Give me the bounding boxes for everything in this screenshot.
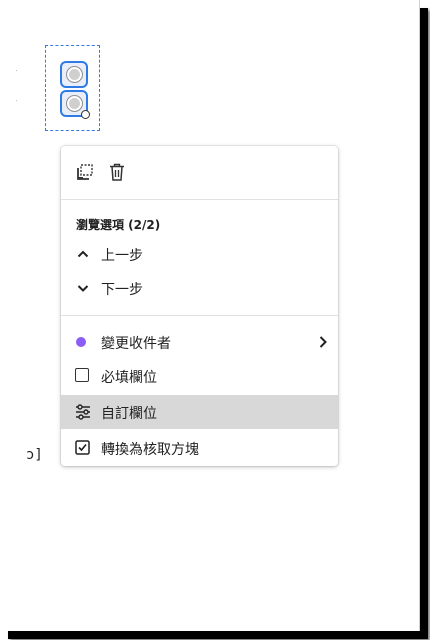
sliders-icon xyxy=(76,404,90,420)
menu-item-label: 變更收件者 xyxy=(101,336,171,352)
menu-item-required-field[interactable]: 必填欄位 xyxy=(61,359,338,393)
resize-handle[interactable] xyxy=(81,110,90,119)
menu-item-change-recipient[interactable]: 變更收件者 xyxy=(61,325,338,359)
document-text-fragment: ɔ] xyxy=(26,447,43,463)
radio-option-1[interactable] xyxy=(60,61,88,88)
copy-icon[interactable] xyxy=(75,162,95,182)
menu-item-convert-checkbox[interactable]: 轉換為核取方塊 xyxy=(61,431,338,465)
menu-item-label: 自訂欄位 xyxy=(101,406,157,422)
recipient-color-dot xyxy=(76,337,86,347)
radio-circle-icon xyxy=(66,66,83,83)
menu-item-custom-field[interactable]: 自訂欄位 xyxy=(61,395,338,429)
menu-divider xyxy=(61,199,338,200)
chevron-right-icon xyxy=(319,336,327,348)
menu-item-label: 下一步 xyxy=(101,282,143,298)
menu-item-previous[interactable]: 上一步 xyxy=(61,237,338,271)
checkbox-checked-icon xyxy=(75,440,90,455)
menu-toolbar xyxy=(61,146,338,199)
menu-item-next[interactable]: 下一步 xyxy=(61,271,338,305)
menu-item-label: 上一步 xyxy=(101,248,143,264)
trash-icon[interactable] xyxy=(107,162,127,182)
page-mark xyxy=(16,70,17,71)
radio-field-selection[interactable] xyxy=(45,45,100,131)
menu-item-label: 轉換為核取方塊 xyxy=(101,442,199,458)
chevron-down-icon xyxy=(77,285,89,292)
required-checkbox[interactable] xyxy=(75,368,89,382)
radio-circle-icon xyxy=(66,95,83,112)
context-menu: 瀏覽選項 (2/2) 上一步 下一步 變更收件者 必填欄位 自訂欄位 轉換為核取… xyxy=(61,146,338,466)
chevron-up-icon xyxy=(77,250,89,258)
menu-divider xyxy=(61,315,338,316)
page-mark xyxy=(16,100,17,101)
section-heading: 瀏覽選項 (2/2) xyxy=(76,218,161,232)
menu-item-label: 必填欄位 xyxy=(101,370,157,386)
